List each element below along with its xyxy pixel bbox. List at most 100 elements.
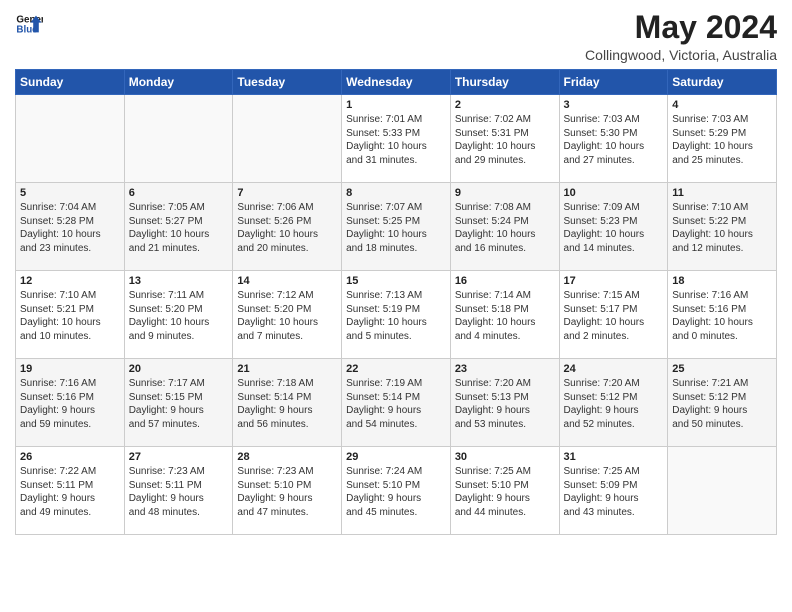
logo: General Blue [15, 10, 43, 38]
calendar-cell: 20 Sunrise: 7:17 AM Sunset: 5:15 PM Dayli… [124, 359, 233, 447]
day-number: 22 [346, 363, 446, 375]
day-number: 8 [346, 187, 446, 199]
day-info: Sunrise: 7:16 AM Sunset: 5:16 PM Dayligh… [20, 377, 120, 431]
day-info: Sunrise: 7:01 AM Sunset: 5:33 PM Dayligh… [346, 113, 446, 167]
calendar-cell: 24 Sunrise: 7:20 AM Sunset: 5:12 PM Dayli… [559, 359, 668, 447]
day-info: Sunrise: 7:13 AM Sunset: 5:19 PM Dayligh… [346, 289, 446, 343]
calendar-cell: 4 Sunrise: 7:03 AM Sunset: 5:29 PM Daylig… [668, 95, 777, 183]
calendar-table: SundayMondayTuesdayWednesdayThursdayFrid… [15, 69, 777, 535]
day-info: Sunrise: 7:03 AM Sunset: 5:30 PM Dayligh… [564, 113, 664, 167]
weekday-header-thursday: Thursday [450, 70, 559, 95]
calendar-cell: 8Sunrise: 7:07 AM Sunset: 5:25 PM Daylig… [342, 183, 451, 271]
calendar-cell: 17 Sunrise: 7:15 AM Sunset: 5:17 PM Dayli… [559, 271, 668, 359]
week-row-5: 26 Sunrise: 7:22 AM Sunset: 5:11 PM Dayli… [16, 447, 777, 535]
calendar-cell: 5 Sunrise: 7:04 AM Sunset: 5:28 PM Daylig… [16, 183, 125, 271]
day-info: Sunrise: 7:15 AM Sunset: 5:17 PM Dayligh… [564, 289, 664, 343]
day-number: 9 [455, 187, 555, 199]
day-info: Sunrise: 7:08 AM Sunset: 5:24 PM Dayligh… [455, 201, 555, 255]
week-row-4: 19 Sunrise: 7:16 AM Sunset: 5:16 PM Dayli… [16, 359, 777, 447]
day-number: 25 [672, 363, 772, 375]
day-number: 5 [20, 187, 120, 199]
header: General Blue May 2024 Collingwood, Victo… [15, 10, 777, 63]
day-number: 16 [455, 275, 555, 287]
week-row-1: 1 Sunrise: 7:01 AM Sunset: 5:33 PM Daylig… [16, 95, 777, 183]
day-info: Sunrise: 7:10 AM Sunset: 5:21 PM Dayligh… [20, 289, 120, 343]
day-info: Sunrise: 7:25 AM Sunset: 5:09 PM Dayligh… [564, 465, 664, 519]
day-info: Sunrise: 7:20 AM Sunset: 5:12 PM Dayligh… [564, 377, 664, 431]
location-title: Collingwood, Victoria, Australia [585, 47, 777, 63]
calendar-cell: 19 Sunrise: 7:16 AM Sunset: 5:16 PM Dayli… [16, 359, 125, 447]
day-number: 1 [346, 99, 446, 111]
weekday-header-saturday: Saturday [668, 70, 777, 95]
day-number: 21 [237, 363, 337, 375]
week-row-2: 5 Sunrise: 7:04 AM Sunset: 5:28 PM Daylig… [16, 183, 777, 271]
calendar-cell: 12 Sunrise: 7:10 AM Sunset: 5:21 PM Dayli… [16, 271, 125, 359]
day-number: 28 [237, 451, 337, 463]
day-info: Sunrise: 7:03 AM Sunset: 5:29 PM Dayligh… [672, 113, 772, 167]
calendar-cell: 6Sunrise: 7:05 AM Sunset: 5:27 PM Daylig… [124, 183, 233, 271]
day-info: Sunrise: 7:24 AM Sunset: 5:10 PM Dayligh… [346, 465, 446, 519]
page: General Blue May 2024 Collingwood, Victo… [0, 0, 792, 612]
day-number: 20 [129, 363, 229, 375]
day-info: Sunrise: 7:04 AM Sunset: 5:28 PM Dayligh… [20, 201, 120, 255]
day-info: Sunrise: 7:17 AM Sunset: 5:15 PM Dayligh… [129, 377, 229, 431]
calendar-cell: 30 Sunrise: 7:25 AM Sunset: 5:10 PM Dayli… [450, 447, 559, 535]
month-title: May 2024 [585, 10, 777, 45]
weekday-header-row: SundayMondayTuesdayWednesdayThursdayFrid… [16, 70, 777, 95]
weekday-header-monday: Monday [124, 70, 233, 95]
day-info: Sunrise: 7:14 AM Sunset: 5:18 PM Dayligh… [455, 289, 555, 343]
day-info: Sunrise: 7:25 AM Sunset: 5:10 PM Dayligh… [455, 465, 555, 519]
day-number: 2 [455, 99, 555, 111]
calendar-cell: 9 Sunrise: 7:08 AM Sunset: 5:24 PM Daylig… [450, 183, 559, 271]
day-number: 3 [564, 99, 664, 111]
day-info: Sunrise: 7:10 AM Sunset: 5:22 PM Dayligh… [672, 201, 772, 255]
calendar-cell: 16 Sunrise: 7:14 AM Sunset: 5:18 PM Dayli… [450, 271, 559, 359]
week-row-3: 12 Sunrise: 7:10 AM Sunset: 5:21 PM Dayli… [16, 271, 777, 359]
day-number: 27 [129, 451, 229, 463]
day-number: 31 [564, 451, 664, 463]
calendar-cell: 14Sunrise: 7:12 AM Sunset: 5:20 PM Dayli… [233, 271, 342, 359]
day-info: Sunrise: 7:20 AM Sunset: 5:13 PM Dayligh… [455, 377, 555, 431]
day-info: Sunrise: 7:22 AM Sunset: 5:11 PM Dayligh… [20, 465, 120, 519]
day-number: 15 [346, 275, 446, 287]
day-number: 19 [20, 363, 120, 375]
calendar-cell: 29 Sunrise: 7:24 AM Sunset: 5:10 PM Dayli… [342, 447, 451, 535]
calendar-cell: 15 Sunrise: 7:13 AM Sunset: 5:19 PM Dayli… [342, 271, 451, 359]
calendar-cell: 1 Sunrise: 7:01 AM Sunset: 5:33 PM Daylig… [342, 95, 451, 183]
calendar-cell [668, 447, 777, 535]
calendar-cell: 25 Sunrise: 7:21 AM Sunset: 5:12 PM Dayli… [668, 359, 777, 447]
header-right: May 2024 Collingwood, Victoria, Australi… [585, 10, 777, 63]
day-info: Sunrise: 7:23 AM Sunset: 5:11 PM Dayligh… [129, 465, 229, 519]
day-number: 4 [672, 99, 772, 111]
day-number: 14 [237, 275, 337, 287]
day-number: 7 [237, 187, 337, 199]
day-number: 26 [20, 451, 120, 463]
calendar-cell: 2 Sunrise: 7:02 AM Sunset: 5:31 PM Daylig… [450, 95, 559, 183]
day-number: 18 [672, 275, 772, 287]
day-number: 12 [20, 275, 120, 287]
calendar-cell: 26 Sunrise: 7:22 AM Sunset: 5:11 PM Dayli… [16, 447, 125, 535]
day-info: Sunrise: 7:02 AM Sunset: 5:31 PM Dayligh… [455, 113, 555, 167]
weekday-header-tuesday: Tuesday [233, 70, 342, 95]
day-info: Sunrise: 7:19 AM Sunset: 5:14 PM Dayligh… [346, 377, 446, 431]
day-number: 24 [564, 363, 664, 375]
day-number: 23 [455, 363, 555, 375]
calendar-cell: 23 Sunrise: 7:20 AM Sunset: 5:13 PM Dayli… [450, 359, 559, 447]
day-number: 30 [455, 451, 555, 463]
calendar-cell [233, 95, 342, 183]
weekday-header-sunday: Sunday [16, 70, 125, 95]
calendar-cell: 31 Sunrise: 7:25 AM Sunset: 5:09 PM Dayli… [559, 447, 668, 535]
day-info: Sunrise: 7:11 AM Sunset: 5:20 PM Dayligh… [129, 289, 229, 343]
calendar-cell: 10Sunrise: 7:09 AM Sunset: 5:23 PM Dayli… [559, 183, 668, 271]
day-info: Sunrise: 7:21 AM Sunset: 5:12 PM Dayligh… [672, 377, 772, 431]
day-number: 29 [346, 451, 446, 463]
calendar-cell: 21Sunrise: 7:18 AM Sunset: 5:14 PM Dayli… [233, 359, 342, 447]
day-info: Sunrise: 7:16 AM Sunset: 5:16 PM Dayligh… [672, 289, 772, 343]
calendar-cell: 13 Sunrise: 7:11 AM Sunset: 5:20 PM Dayli… [124, 271, 233, 359]
calendar-cell: 22 Sunrise: 7:19 AM Sunset: 5:14 PM Dayli… [342, 359, 451, 447]
calendar-cell [124, 95, 233, 183]
day-number: 17 [564, 275, 664, 287]
day-number: 13 [129, 275, 229, 287]
calendar-cell: 18 Sunrise: 7:16 AM Sunset: 5:16 PM Dayli… [668, 271, 777, 359]
day-info: Sunrise: 7:05 AM Sunset: 5:27 PM Dayligh… [129, 201, 229, 255]
